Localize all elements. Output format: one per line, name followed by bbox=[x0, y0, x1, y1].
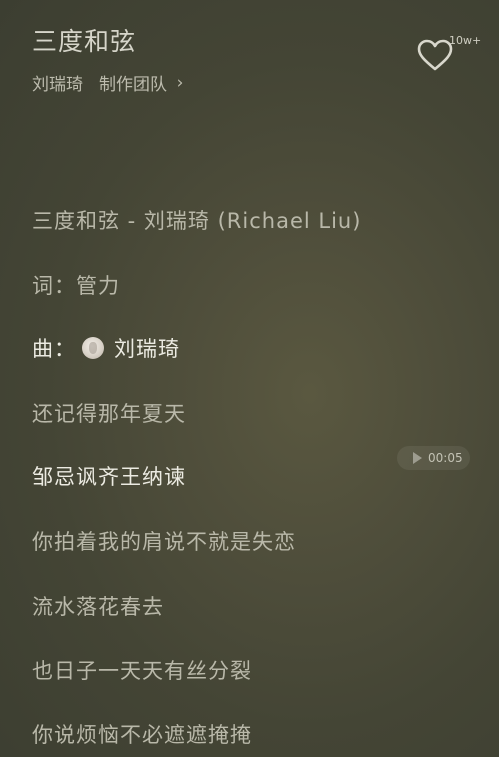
seek-to-line-button[interactable]: 00:05 bbox=[397, 446, 470, 470]
lyricist-label: 词： bbox=[32, 274, 76, 298]
lyric-line[interactable]: 你说烦恼不必遮遮掩掩 bbox=[32, 719, 252, 749]
composer-line[interactable]: 曲： 刘瑞琦 bbox=[32, 333, 180, 363]
lyric-line-current[interactable]: 邹忌讽齐王纳谏 bbox=[32, 461, 186, 491]
composer-label: 曲： bbox=[32, 337, 76, 361]
lyricist-name: 管力 bbox=[76, 274, 120, 298]
like-count: 10w+ bbox=[449, 34, 482, 47]
lyrics-heading[interactable]: 三度和弦 - 刘瑞琦 (Richael Liu) bbox=[32, 205, 361, 235]
like-button[interactable]: 10w+ bbox=[416, 34, 486, 78]
chevron-right-icon: › bbox=[176, 72, 184, 93]
production-team-label: 制作团队 bbox=[99, 75, 167, 95]
seek-time: 00:05 bbox=[428, 451, 463, 465]
lyric-line[interactable]: 也日子一天天有丝分裂 bbox=[32, 655, 252, 685]
production-team-link[interactable]: 制作团队 › bbox=[99, 70, 187, 96]
song-title: 三度和弦 bbox=[32, 27, 137, 56]
lyricist-line[interactable]: 词： 管力 bbox=[32, 270, 120, 300]
lyric-line[interactable]: 流水落花春去 bbox=[32, 591, 164, 621]
composer-avatar[interactable] bbox=[82, 337, 104, 359]
artist-link[interactable]: 刘瑞琦 bbox=[32, 70, 83, 95]
song-meta: 刘瑞琦 制作团队 › bbox=[32, 70, 187, 96]
lyric-line[interactable]: 你拍着我的肩说不就是失恋 bbox=[32, 526, 296, 556]
lyric-line[interactable]: 还记得那年夏天 bbox=[32, 398, 186, 428]
composer-name[interactable]: 刘瑞琦 bbox=[114, 333, 180, 363]
play-icon bbox=[413, 452, 422, 464]
